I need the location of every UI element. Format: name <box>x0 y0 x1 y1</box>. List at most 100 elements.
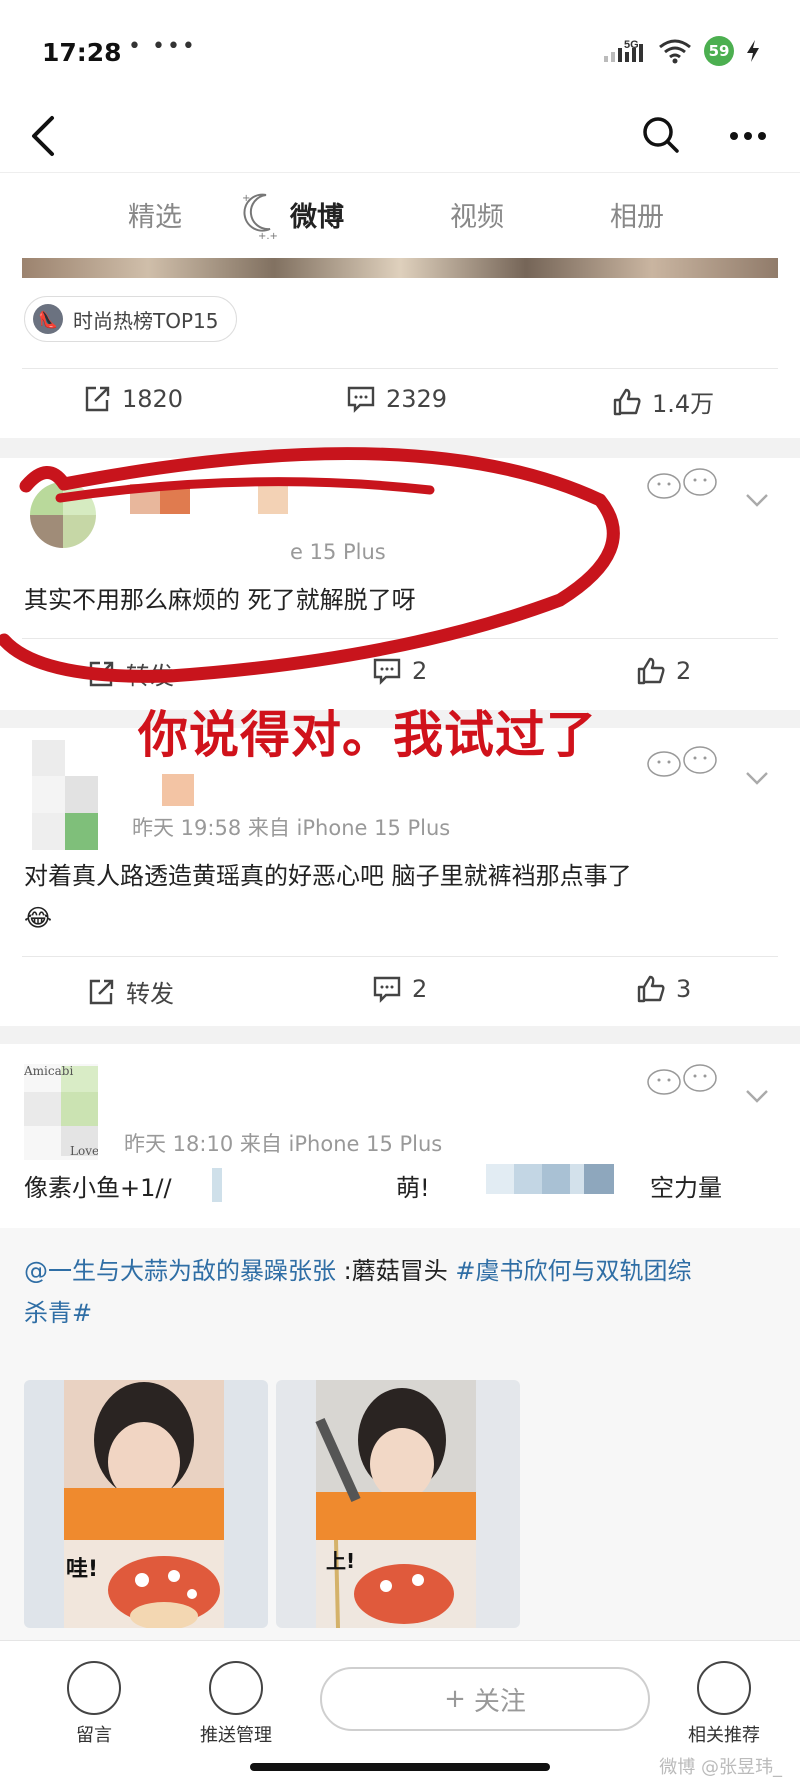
photo-thumbnail: 哇! <box>24 1380 268 1628</box>
nav-header <box>0 100 800 172</box>
repost-icon <box>89 661 114 686</box>
avatar[interactable] <box>32 740 98 850</box>
repost-text: @一生与大蒜为敌的暴躁张张 :蘑菇冒头 #虞书欣何与双轨团综杀青# <box>24 1250 784 1334</box>
chevron-down-icon[interactable] <box>744 768 770 788</box>
repost-count: 1820 <box>122 385 184 413</box>
network-label: 5G <box>624 39 639 51</box>
back-arrow-icon <box>32 116 54 156</box>
status-right-icons: 5G 59 <box>602 36 760 66</box>
comment-button[interactable]: 2329 <box>346 384 447 414</box>
back-button[interactable] <box>22 108 70 162</box>
repost-user-link[interactable]: @一生与大蒜为敌的暴躁张张 <box>24 1257 336 1285</box>
comment-card-1[interactable]: e 15 Plus 其实不用那么麻烦的 死了就解脱了呀 转发 2 2 <box>0 458 800 710</box>
comment-icon <box>373 976 401 1003</box>
thumbs-up-icon <box>637 657 665 685</box>
watermark: 微博 @张昱玮_ <box>659 1757 782 1778</box>
repost-button[interactable]: 转发 <box>86 974 174 1009</box>
charging-icon <box>747 40 759 62</box>
chevron-down-icon[interactable] <box>744 1086 770 1106</box>
follow-label: 关注 <box>473 1686 526 1717</box>
signal-icon: 5G <box>604 39 643 62</box>
comment-card-3[interactable]: Amicabi Love 昨天 18:10 来自 iPhone 15 Plus … <box>0 1044 800 1640</box>
like-button[interactable]: 1.4万 <box>612 384 714 419</box>
repost-tag-link-tail[interactable]: 杀青# <box>24 1299 92 1327</box>
avatar[interactable] <box>30 482 96 548</box>
repost-image-2[interactable]: 上! <box>276 1380 520 1628</box>
repost-tag-link[interactable]: #虞书欣何与双轨团综 <box>455 1257 691 1285</box>
thumbs-up-icon <box>637 975 665 1003</box>
repost-label: 转发 <box>126 662 174 690</box>
tab-featured[interactable]: 精选 <box>128 195 182 234</box>
plus-icon: + <box>444 1684 466 1714</box>
reposted-content[interactable]: @一生与大蒜为敌的暴躁张张 :蘑菇冒头 #虞书欣何与双轨团综 杀青# 哇! 上! <box>0 1228 800 1640</box>
thumb1-caption: 哇! <box>66 1557 98 1582</box>
svg-text:+.+: +.+ <box>258 231 278 241</box>
like-count: 2 <box>676 657 692 685</box>
repost-label: 转发 <box>126 980 174 1008</box>
thumbs-up-icon <box>613 388 641 415</box>
username-redacted <box>160 484 190 514</box>
bear-sticker-icon <box>647 746 717 777</box>
avatar-caption-bottom: Love <box>70 1144 98 1158</box>
bear-sticker-icon <box>647 1064 717 1095</box>
text-redacted <box>486 1164 514 1194</box>
more-options-button[interactable] <box>718 112 778 158</box>
bear-sticker-icon <box>647 468 717 499</box>
divider <box>22 368 778 369</box>
bottom-action-bar: 留言 推送管理 + 关注 相关推荐 微博 @张昱玮_ <box>0 1640 800 1779</box>
push-management-button[interactable]: 推送管理 <box>176 1661 296 1747</box>
search-button[interactable] <box>636 110 686 160</box>
home-indicator[interactable] <box>250 1763 550 1771</box>
repost-image-1[interactable]: 哇! <box>24 1380 268 1628</box>
username-redacted <box>130 484 160 514</box>
comment-count: 2 <box>412 975 428 1003</box>
repost-icon <box>89 979 114 1004</box>
comment-button[interactable]: 2 <box>372 974 427 1004</box>
like-count: 3 <box>676 975 692 1003</box>
comment-button[interactable]: 2 <box>372 656 427 686</box>
message-icon <box>67 1661 121 1715</box>
text-redacted <box>212 1168 222 1202</box>
comment-text: 其实不用那么麻烦的 死了就解脱了呀 <box>24 586 416 614</box>
more-dots-icon <box>730 132 766 140</box>
wifi-icon <box>659 39 691 64</box>
comment-count: 2 <box>412 657 428 685</box>
post-meta: 昨天 18:10 来自 iPhone 15 Plus <box>124 1132 443 1156</box>
text-redacted <box>514 1164 542 1194</box>
status-notification-icons: • ••• <box>128 34 197 59</box>
tab-video[interactable]: 视频 <box>450 195 504 234</box>
divider <box>22 956 778 957</box>
message-button[interactable]: 留言 <box>54 1661 134 1747</box>
like-button[interactable]: 3 <box>636 974 691 1004</box>
tab-album[interactable]: 相册 <box>610 195 664 234</box>
repost-icon <box>85 386 110 412</box>
top-post-actions: 1820 2329 1.4万 <box>0 372 800 432</box>
post-image-strip[interactable] <box>22 258 778 278</box>
profile-tabs: 精选 + +.+ 微博 视频 相册 <box>0 172 800 254</box>
repost-button[interactable]: 转发 <box>86 656 174 691</box>
related-recommend-button[interactable]: 相关推荐 <box>664 1661 784 1747</box>
repost-body: :蘑菇冒头 <box>336 1257 456 1285</box>
comment-text-start: 像素小鱼+1// <box>24 1174 172 1202</box>
topic-chip[interactable]: 👠 时尚热榜TOP15 <box>24 296 238 342</box>
tab-weibo[interactable]: 微博 <box>290 195 344 234</box>
comment-text-end: 空力量 <box>650 1174 722 1202</box>
comment-icon <box>347 386 375 413</box>
comment-icon <box>373 658 401 685</box>
avatar[interactable]: Amicabi Love <box>24 1064 98 1160</box>
screen: 17:28 • ••• 5G 59 精选 + +.+ 微博 视频 相册 👠 时尚… <box>0 0 800 1779</box>
battery-indicator: 59 <box>704 36 734 66</box>
username-redacted <box>258 484 288 514</box>
chevron-down-icon[interactable] <box>744 490 770 510</box>
repost-button[interactable]: 1820 <box>82 384 183 414</box>
comment-card-2[interactable]: 昨天 19:58 来自 iPhone 15 Plus 对着真人路透造黄瑶真的好恶… <box>0 728 800 1026</box>
related-recommend-icon <box>697 1661 751 1715</box>
search-icon <box>643 117 679 153</box>
text-redacted <box>542 1164 570 1194</box>
follow-button[interactable]: + 关注 <box>320 1667 650 1731</box>
topic-chip-icon: 👠 <box>33 304 63 334</box>
like-button[interactable]: 2 <box>636 656 691 686</box>
related-recommend-label: 相关推荐 <box>688 1725 760 1746</box>
moon-decoration-icon: + +.+ <box>242 193 278 241</box>
photo-thumbnail: 上! <box>276 1380 520 1628</box>
